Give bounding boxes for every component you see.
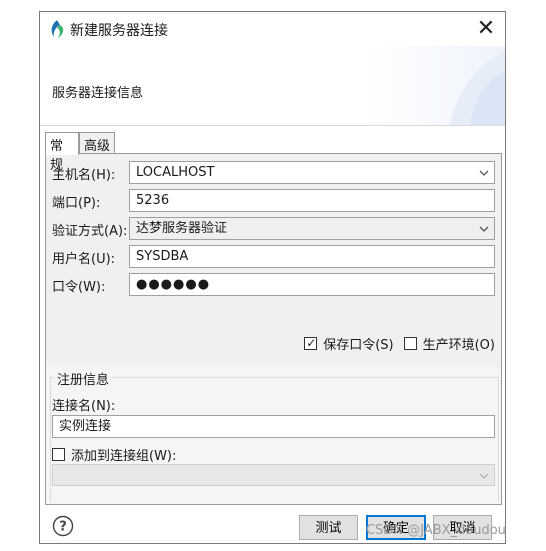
help-icon[interactable]: ? — [52, 515, 74, 537]
title-bar: 新建服务器连接 ✕ — [40, 12, 505, 46]
save-password-label: 保存口令(S) — [323, 338, 394, 353]
password-label: 口令(W): — [52, 280, 106, 295]
password-input[interactable]: ●●●●●● — [129, 273, 495, 296]
username-label: 用户名(U): — [52, 252, 116, 267]
test-button[interactable]: 测试 — [299, 515, 358, 540]
host-row: 主机名(H): LOCALHOST — [46, 161, 501, 185]
port-label: 端口(P): — [52, 196, 101, 211]
username-input[interactable]: SYSDBA — [129, 245, 495, 268]
window-title: 新建服务器连接 — [70, 23, 168, 39]
chevron-down-icon — [479, 170, 489, 176]
auth-value: 达梦服务器验证 — [136, 221, 228, 236]
connection-fields-area: 主机名(H): LOCALHOST 端口(P): 5236 验证方式(A): 达… — [46, 154, 501, 367]
port-input[interactable]: 5236 — [129, 189, 495, 212]
close-button[interactable]: ✕ — [473, 16, 499, 42]
connection-group-select — [52, 464, 495, 486]
registration-area: 注册信息 连接名(N): 实例连接 添加到连接组(W): — [46, 367, 501, 504]
add-to-group-checkbox[interactable] — [52, 448, 65, 461]
production-env-label: 生产环境(O) — [422, 338, 495, 353]
auth-row: 验证方式(A): 达梦服务器验证 — [46, 217, 501, 241]
connection-name-input[interactable]: 实例连接 — [52, 415, 495, 438]
password-options: ✓ 保存口令(S) 生产环境(O) — [304, 334, 495, 353]
port-value: 5236 — [136, 193, 170, 208]
close-icon: ✕ — [476, 16, 496, 41]
auth-label: 验证方式(A): — [52, 224, 128, 239]
registration-group-title: 注册信息 — [54, 369, 113, 388]
banner-title: 服务器连接信息 — [52, 86, 144, 101]
port-row: 端口(P): 5236 — [46, 189, 501, 213]
chevron-down-icon — [479, 473, 489, 479]
tab-advanced[interactable]: 高级 — [79, 132, 115, 154]
save-password-checkbox[interactable]: ✓ — [304, 336, 318, 350]
banner-decoration — [450, 51, 505, 125]
username-value: SYSDBA — [136, 249, 189, 264]
general-tab-panel: 主机名(H): LOCALHOST 端口(P): 5236 验证方式(A): 达… — [45, 153, 502, 505]
checkmark-icon: ✓ — [306, 336, 317, 350]
add-to-group-row: 添加到连接组(W): — [52, 445, 176, 464]
add-to-group-label: 添加到连接组(W): — [71, 449, 177, 464]
auth-method-select[interactable]: 达梦服务器验证 — [129, 217, 495, 240]
connection-name-value: 实例连接 — [59, 419, 112, 434]
csdn-watermark: CSDN @JABX_doudou — [366, 523, 506, 538]
chevron-down-icon — [479, 226, 489, 232]
new-server-connection-dialog: 新建服务器连接 ✕ 服务器连接信息 常规 高级 主机名(H): LOCALHOS… — [39, 11, 506, 544]
production-env-checkbox[interactable] — [403, 337, 417, 350]
svg-text:?: ? — [59, 520, 67, 535]
tab-general-label: 常规 — [50, 139, 64, 173]
dm-app-icon — [51, 20, 64, 38]
host-value: LOCALHOST — [136, 165, 215, 180]
tab-general[interactable]: 常规 — [45, 132, 79, 173]
connection-name-label: 连接名(N): — [52, 399, 116, 414]
tab-advanced-label: 高级 — [84, 139, 111, 154]
username-row: 用户名(U): SYSDBA — [46, 245, 501, 269]
host-combobox[interactable]: LOCALHOST — [129, 161, 495, 184]
password-row: 口令(W): ●●●●●● — [46, 273, 501, 297]
password-value: ●●●●●● — [136, 277, 211, 292]
header-banner: 服务器连接信息 — [40, 46, 505, 126]
